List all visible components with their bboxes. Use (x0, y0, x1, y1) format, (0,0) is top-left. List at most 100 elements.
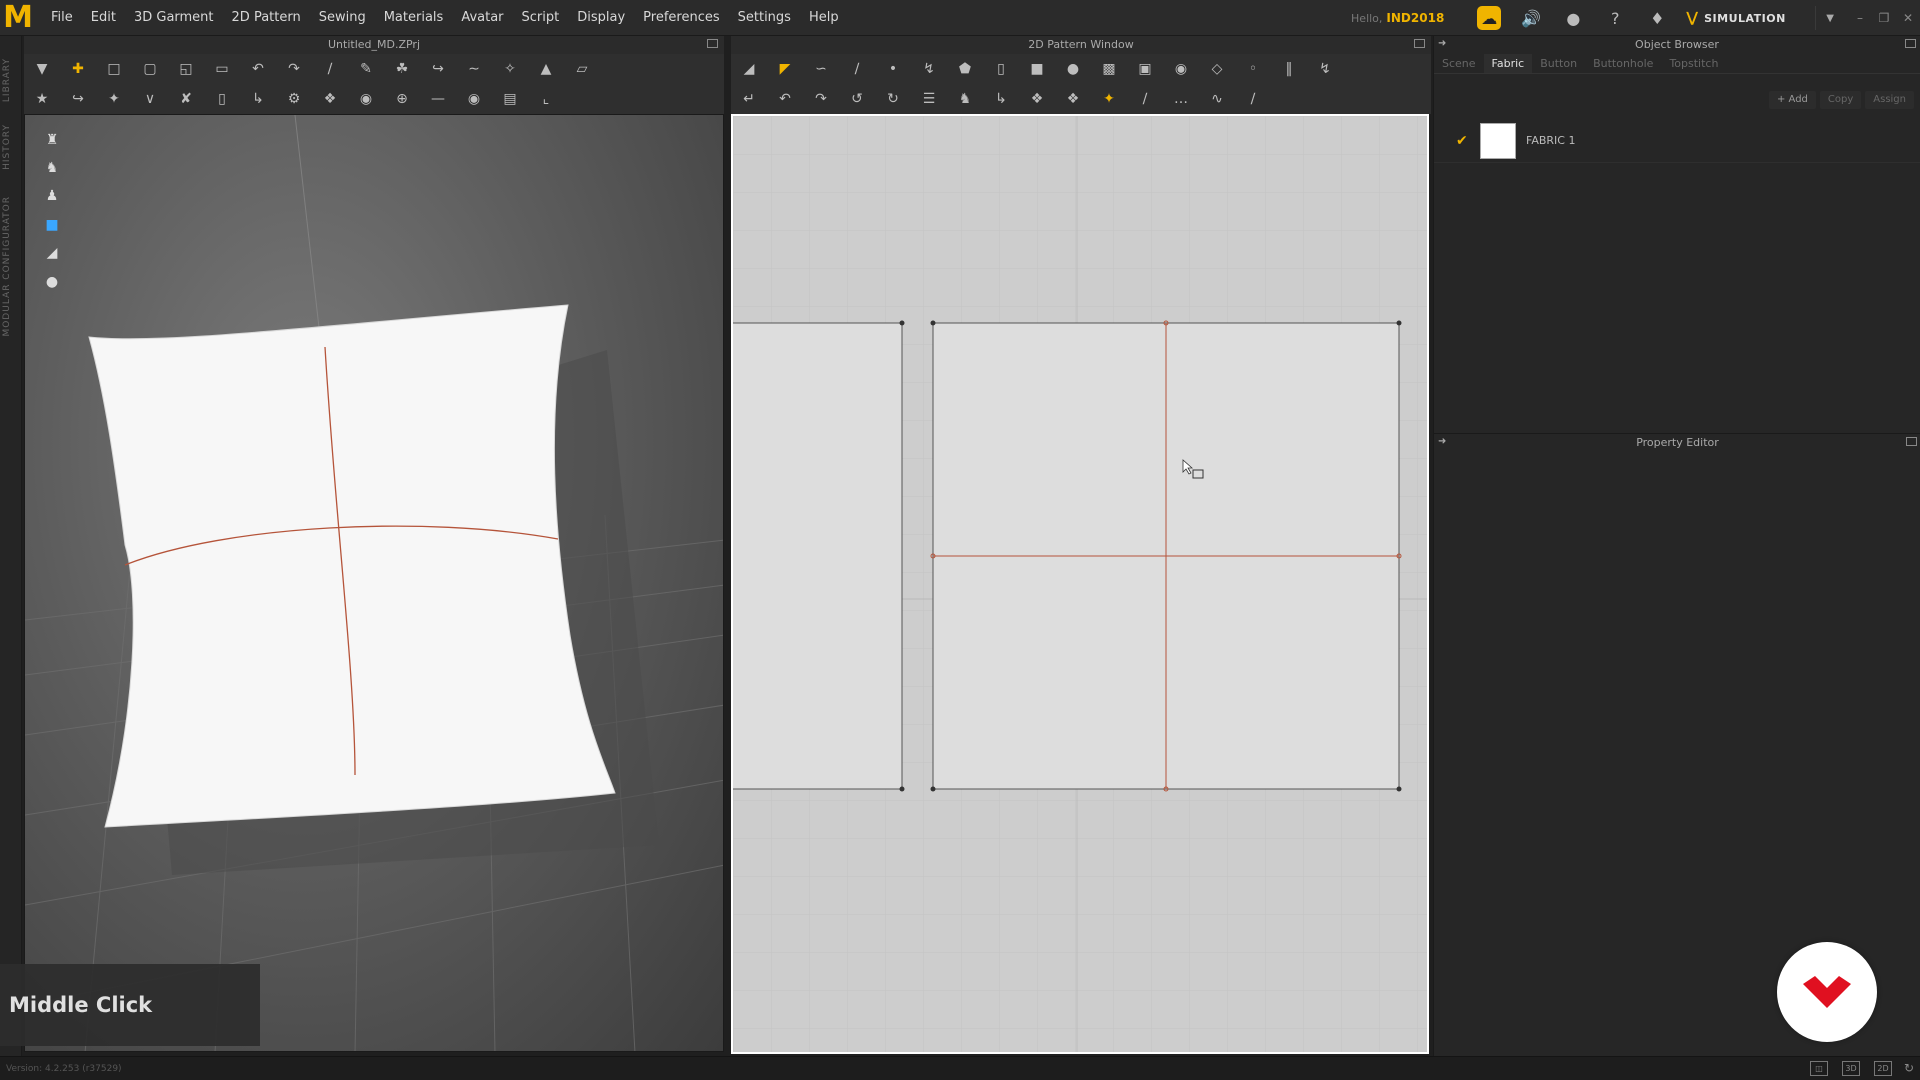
zipper-icon[interactable]: — (427, 88, 449, 110)
reset-3d-icon[interactable]: ▲ (535, 58, 557, 80)
fold-arrange-icon[interactable]: ∼ (463, 58, 485, 80)
menu-materials[interactable]: Materials (375, 0, 453, 36)
menu-3d-garment[interactable]: 3D Garment (125, 0, 223, 36)
brush-icon[interactable]: ✎ (355, 58, 377, 80)
add-point-icon[interactable]: • (882, 58, 904, 80)
pattern-point[interactable] (930, 320, 936, 326)
reset-2d-icon[interactable]: ✧ (499, 58, 521, 80)
strengthen-icon[interactable]: ↳ (247, 88, 269, 110)
multi-sew-icon[interactable]: ❖ (319, 88, 341, 110)
menu-file[interactable]: File (42, 0, 82, 36)
box-select-icon[interactable]: □ (103, 58, 125, 80)
layout-3d-2d-icon[interactable]: ◫ (1810, 1061, 1828, 1076)
pin-box-2d-icon[interactable]: ❖ (1062, 88, 1084, 110)
pin-2d-icon[interactable]: ❖ (1026, 88, 1048, 110)
help-icon[interactable]: ? (1603, 6, 1627, 30)
show-fabric-active-icon[interactable]: ■ (39, 212, 65, 238)
menu-edit[interactable]: Edit (82, 0, 125, 36)
sew-arrange-icon[interactable]: ▭ (211, 58, 233, 80)
announcement-icon[interactable]: 🔊 (1519, 6, 1543, 30)
menu-script[interactable]: Script (513, 0, 569, 36)
tape-icon[interactable]: ◉ (463, 88, 485, 110)
symmetric-icon[interactable]: ☰ (918, 88, 940, 110)
trim-icon[interactable]: ↳ (990, 88, 1012, 110)
pattern-point[interactable] (899, 320, 905, 326)
segment-icon[interactable]: ∨ (139, 88, 161, 110)
garment-icon[interactable]: ♦ (1645, 6, 1669, 30)
lasso-icon[interactable]: ▢ (139, 58, 161, 80)
cloud-sync-icon[interactable]: ☁ (1477, 6, 1502, 30)
show-avatar-body-icon[interactable]: ● (39, 269, 65, 295)
ruler-icon[interactable]: ∕ (1134, 88, 1156, 110)
menu-2d-pattern[interactable]: 2D Pattern (223, 0, 310, 36)
free-sew-2d-icon[interactable]: ↶ (774, 88, 796, 110)
edit-pattern-icon[interactable]: ◤ (774, 58, 796, 80)
shrink-icon[interactable]: ▯ (211, 88, 233, 110)
baseline-icon[interactable]: ↯ (1314, 58, 1336, 80)
pin-box-icon[interactable]: ↷ (283, 58, 305, 80)
show-avatar-icon[interactable]: ♟ (39, 183, 65, 209)
check-sew-icon[interactable]: ↺ (846, 88, 868, 110)
modular-configurator-tab[interactable]: MODULAR CONFIGURATOR (2, 196, 12, 337)
pattern-point[interactable] (1396, 320, 1402, 326)
measure-icon[interactable]: … (1170, 88, 1192, 110)
notch-icon[interactable]: ◦ (1242, 58, 1264, 80)
ellipse-icon[interactable]: ● (1062, 58, 1084, 80)
polygon-icon[interactable]: ⬟ (954, 58, 976, 80)
topstitch-icon[interactable]: ✦ (103, 88, 125, 110)
draw-line-icon[interactable]: ∕ (319, 58, 341, 80)
pin-icon[interactable]: ↶ (247, 58, 269, 80)
puckering-2d-icon[interactable]: ∕ (1242, 88, 1264, 110)
library-tab[interactable]: LIBRARY (2, 58, 12, 102)
pillow-garment[interactable] (88, 304, 616, 828)
strengthen-2d-icon[interactable]: ✦ (1098, 88, 1120, 110)
close-icon[interactable]: ✕ (1896, 11, 1920, 25)
transform-pattern-icon[interactable]: ◢ (738, 58, 760, 80)
segment-sew-icon[interactable]: ↵ (738, 88, 760, 110)
tab-topstitch[interactable]: Topstitch (1661, 54, 1726, 73)
button-icon[interactable]: ◉ (355, 88, 377, 110)
history-tab[interactable]: HISTORY (2, 124, 12, 170)
copy-fabric-button[interactable]: Copy (1819, 91, 1862, 109)
show-pattern-icon[interactable]: ♞ (39, 155, 65, 181)
menu-settings[interactable]: Settings (729, 0, 800, 36)
fold-line-icon[interactable]: ▩ (1098, 58, 1120, 80)
mode-dropdown-icon[interactable]: ▼ (1826, 13, 1834, 24)
edit-curve-icon[interactable]: ∽ (810, 58, 832, 80)
strap-icon[interactable]: ▤ (499, 88, 521, 110)
rectangle-icon[interactable]: ■ (1026, 58, 1048, 80)
assign-fabric-button[interactable]: Assign (1865, 91, 1914, 109)
tuck-2d-icon[interactable]: ↻ (882, 88, 904, 110)
3d-viewport[interactable]: ♜ ♞ ♟ ■ ◢ ● (24, 114, 724, 1052)
menu-help[interactable]: Help (800, 0, 848, 36)
restore-icon[interactable]: ❐ (1872, 11, 1896, 25)
fold-icon[interactable]: ◱ (175, 58, 197, 80)
puckering-icon[interactable]: ⌞ (535, 88, 557, 110)
drape-icon[interactable]: ▱ (571, 58, 593, 80)
tab-fabric[interactable]: Fabric (1483, 54, 1533, 73)
pattern-piece-back[interactable] (733, 322, 903, 790)
fill-icon[interactable]: ▯ (990, 58, 1012, 80)
property-collapse-arrow-icon[interactable]: ➜ (1438, 436, 1446, 447)
tape-2d-icon[interactable]: ∿ (1206, 88, 1228, 110)
internal-circle-icon[interactable]: ◉ (1170, 58, 1192, 80)
simulation-mode-selector[interactable]: ⋁ SIMULATION (1686, 6, 1817, 30)
tab-button[interactable]: Button (1532, 54, 1585, 73)
tuck-icon[interactable]: ↪ (67, 88, 89, 110)
dart-icon[interactable]: ◇ (1206, 58, 1228, 80)
user-account-icon[interactable]: ● (1561, 6, 1585, 30)
copy-sew-icon[interactable]: ⚙ (283, 88, 305, 110)
menu-preferences[interactable]: Preferences (634, 0, 728, 36)
2d-pattern-viewport[interactable] (731, 114, 1429, 1054)
menu-display[interactable]: Display (568, 0, 634, 36)
fabric-list-item[interactable]: ✔ FABRIC 1 (1434, 119, 1920, 163)
object-browser-popout-icon[interactable] (1905, 39, 1916, 48)
3d-popout-icon[interactable] (707, 39, 718, 48)
add-fabric-button[interactable]: + Add (1768, 91, 1816, 109)
show-garment-icon[interactable]: ♜ (39, 127, 65, 153)
edit-sew-icon[interactable]: ↷ (810, 88, 832, 110)
cut-icon[interactable]: ↯ (918, 58, 940, 80)
avatar-measure-icon[interactable]: ★ (31, 88, 53, 110)
steam-icon[interactable]: ☘ (391, 58, 413, 80)
refresh-icon[interactable]: ↻ (1904, 1061, 1914, 1075)
